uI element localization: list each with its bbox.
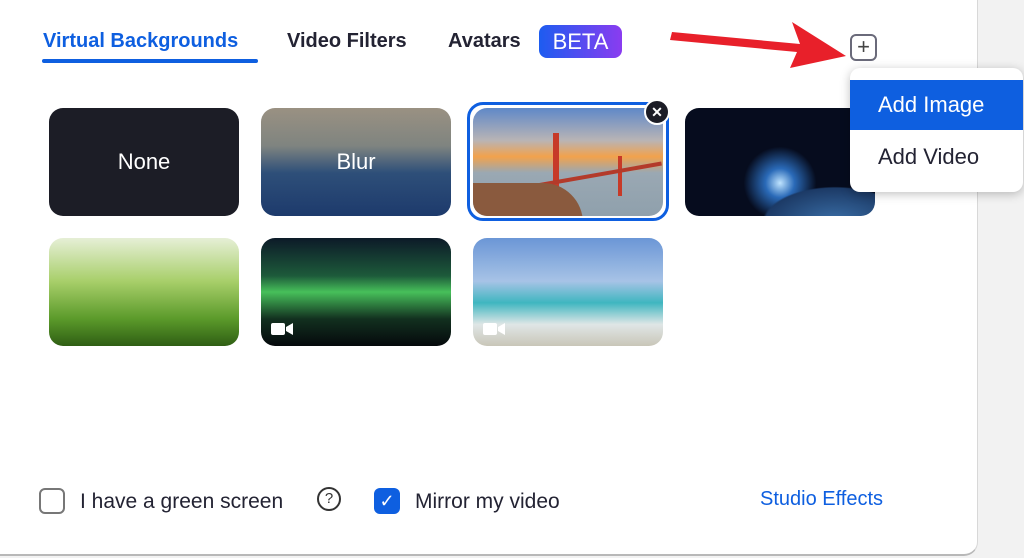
add-background-menu: Add Image Add Video	[850, 68, 1023, 192]
menu-item-add-image[interactable]: Add Image	[850, 80, 1023, 130]
menu-item-add-video[interactable]: Add Video	[850, 132, 1023, 182]
